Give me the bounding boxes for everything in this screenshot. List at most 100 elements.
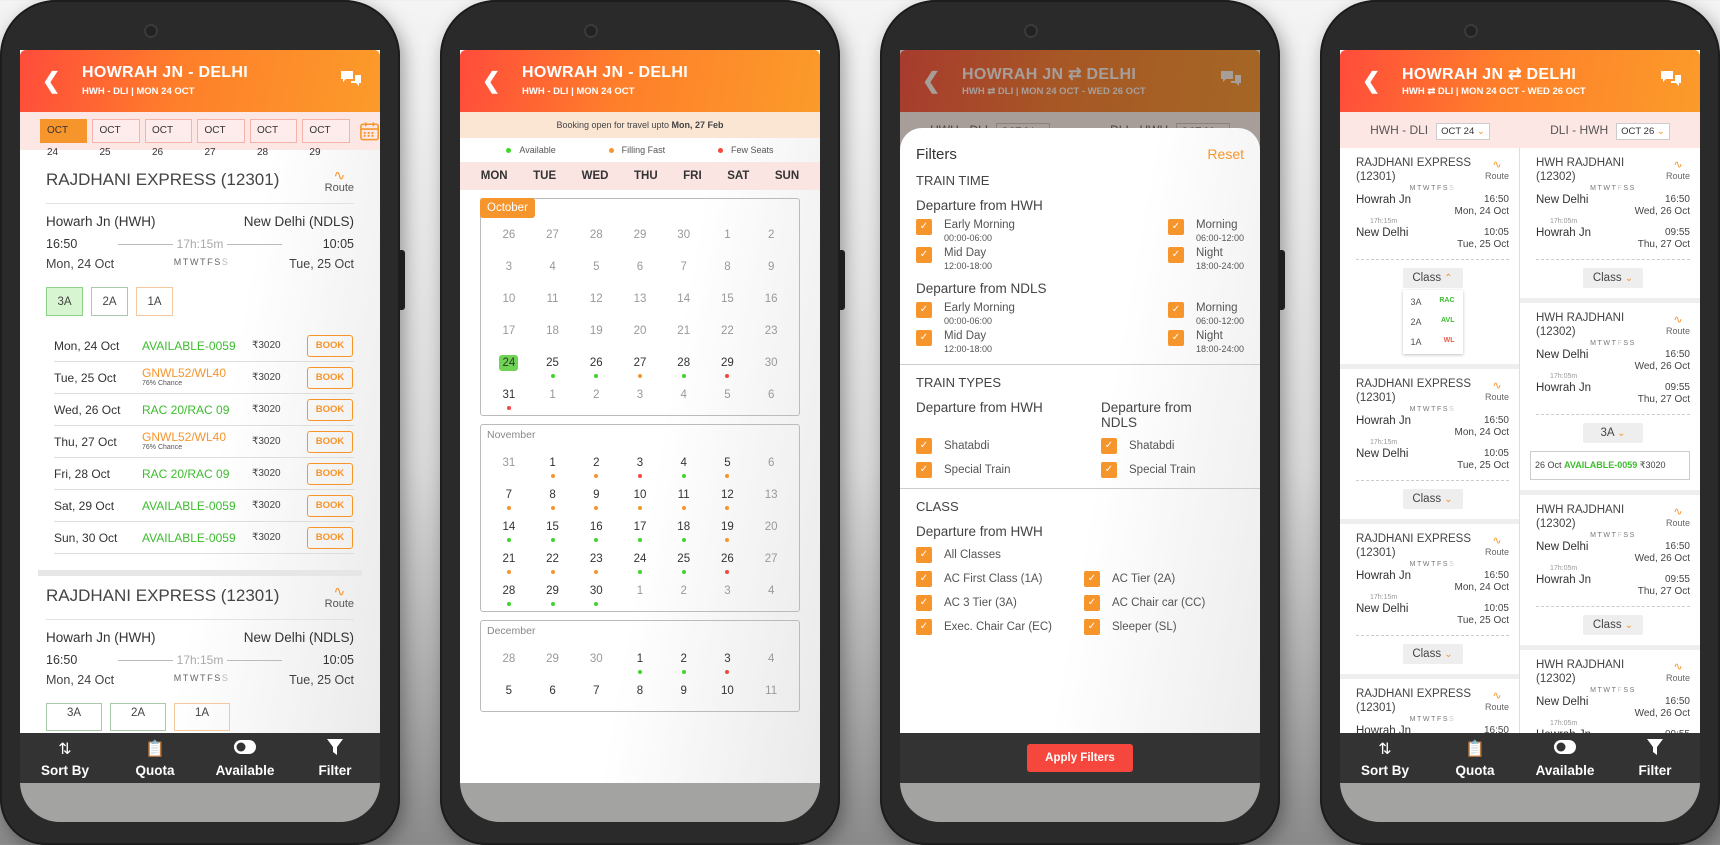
time-checkbox[interactable]: ✓ Early Morning 00:00-06:00: [916, 219, 1168, 243]
route-button[interactable]: ∿ Route: [1485, 158, 1509, 181]
calendar-day[interactable]: 30: [574, 579, 618, 611]
class-option[interactable]: 3A RAC: [1403, 292, 1463, 312]
calendar-day[interactable]: 31: [487, 383, 531, 415]
calendar-day[interactable]: 1: [618, 647, 662, 679]
time-checkbox[interactable]: ✓ Morning 06:00-12:00: [1167, 219, 1244, 243]
class-dropdown-button[interactable]: Class ⌄: [1583, 268, 1643, 288]
calendar-icon[interactable]: [359, 120, 380, 142]
calendar-day[interactable]: 7: [662, 255, 706, 287]
book-button[interactable]: BOOK: [307, 526, 353, 549]
calendar-day[interactable]: 22: [531, 547, 575, 579]
book-button[interactable]: BOOK: [307, 334, 353, 357]
calendar-day[interactable]: 15: [706, 287, 750, 319]
route-button[interactable]: ∿ Route: [1485, 689, 1509, 712]
calendar-day[interactable]: 29: [706, 351, 750, 383]
calendar-day[interactable]: 7: [487, 483, 531, 515]
calendar-day[interactable]: 1: [706, 223, 750, 255]
chat-icon[interactable]: [340, 70, 362, 88]
calendar-day[interactable]: 12: [574, 287, 618, 319]
sort-by-button[interactable]: ⇅ Sort By: [1345, 739, 1425, 778]
time-checkbox[interactable]: ✓ Mid Day 12:00-18:00: [916, 247, 1168, 271]
back-icon[interactable]: ❮: [482, 68, 500, 94]
calendar-day[interactable]: 31: [487, 451, 531, 483]
route-button[interactable]: ∿ Route: [325, 584, 354, 610]
book-button[interactable]: BOOK: [307, 494, 353, 517]
class-dropdown-button[interactable]: Class ⌄: [1402, 644, 1463, 664]
date-chip[interactable]: OCT 25: [92, 119, 140, 158]
class-dropdown-button[interactable]: Class ⌄: [1583, 615, 1643, 635]
calendar-day[interactable]: 11: [531, 287, 575, 319]
class-select-button[interactable]: 3A ⌄: [1583, 423, 1643, 443]
checkbox-class[interactable]: ✓ Exec. Chair Car (EC): [916, 619, 1084, 635]
class-option[interactable]: 1A WL: [1403, 332, 1463, 352]
availability-summary[interactable]: 26 Oct AVAILABLE-0059 ₹3020: [1530, 451, 1690, 480]
calendar-day[interactable]: 3: [487, 255, 531, 287]
checkbox-class[interactable]: ✓ AC Chair car (CC): [1084, 595, 1244, 611]
calendar-day[interactable]: 5: [487, 679, 531, 711]
route-button[interactable]: ∿ Route: [1485, 534, 1509, 557]
back-icon[interactable]: ❮: [42, 68, 60, 94]
calendar-day[interactable]: 20: [618, 319, 662, 351]
time-checkbox[interactable]: ✓ Night 18:00-24:00: [1167, 247, 1244, 271]
calendar-day[interactable]: 19: [706, 515, 750, 547]
calendar-day[interactable]: 17: [487, 319, 531, 351]
available-toggle[interactable]: Available: [205, 739, 285, 778]
calendar-day[interactable]: 30: [749, 351, 793, 383]
quota-button[interactable]: 📋 Quota: [115, 739, 195, 778]
calendar-day[interactable]: 23: [574, 547, 618, 579]
calendar-day[interactable]: 27: [618, 351, 662, 383]
calendar-day[interactable]: 11: [662, 483, 706, 515]
checkbox-shatabdi[interactable]: ✓ Shatabdi: [1101, 438, 1244, 454]
calendar-day[interactable]: 11: [749, 679, 793, 711]
checkbox-class[interactable]: ✓ AC Tier (2A): [1084, 571, 1244, 587]
calendar-day[interactable]: 18: [531, 319, 575, 351]
calendar-day[interactable]: 2: [749, 223, 793, 255]
checkbox-all-classes[interactable]: ✓ All Classes: [916, 547, 1244, 563]
checkbox-special-train[interactable]: ✓ Special Train: [916, 462, 1101, 478]
calendar-day[interactable]: 13: [618, 287, 662, 319]
route-button[interactable]: ∿ Route: [1666, 505, 1690, 528]
calendar-day[interactable]: 29: [531, 647, 575, 679]
book-button[interactable]: BOOK: [307, 398, 353, 421]
calendar-day[interactable]: 8: [618, 679, 662, 711]
reset-button[interactable]: Reset: [1207, 146, 1244, 163]
sort-by-button[interactable]: ⇅ Sort By: [25, 739, 105, 778]
calendar-day[interactable]: 5: [706, 383, 750, 415]
calendar-day[interactable]: 6: [749, 383, 793, 415]
route-button[interactable]: ∿ Route: [1666, 158, 1690, 181]
calendar-day[interactable]: 5: [706, 451, 750, 483]
calendar-day[interactable]: 7: [574, 679, 618, 711]
leg-date-dropdown[interactable]: OCT 24 ⌄: [1436, 123, 1490, 140]
route-button[interactable]: ∿ Route: [325, 168, 354, 194]
calendar-day[interactable]: 16: [749, 287, 793, 319]
class-dropdown-button[interactable]: Class ⌃: [1402, 268, 1463, 288]
calendar-day[interactable]: 10: [487, 287, 531, 319]
calendar-day[interactable]: 5: [574, 255, 618, 287]
calendar-day[interactable]: 9: [662, 679, 706, 711]
calendar-day[interactable]: 1: [531, 383, 575, 415]
calendar-day[interactable]: 27: [749, 547, 793, 579]
calendar-day[interactable]: 2: [662, 579, 706, 611]
calendar-day[interactable]: 1: [531, 451, 575, 483]
time-checkbox[interactable]: ✓ Early Morning 00:00-06:00: [916, 302, 1168, 326]
book-button[interactable]: BOOK: [307, 430, 353, 453]
calendar-day[interactable]: 8: [706, 255, 750, 287]
leg-date-dropdown[interactable]: OCT 26 ⌄: [1616, 123, 1670, 140]
checkbox-class[interactable]: ✓ Sleeper (SL): [1084, 619, 1244, 635]
checkbox-special-train[interactable]: ✓ Special Train: [1101, 462, 1244, 478]
route-button[interactable]: ∿ Route: [1485, 379, 1509, 402]
calendar-day[interactable]: 28: [487, 647, 531, 679]
calendar-day[interactable]: 2: [574, 383, 618, 415]
apply-filters-button[interactable]: Apply Filters: [1027, 744, 1133, 772]
calendar-day[interactable]: 29: [531, 579, 575, 611]
calendar-day[interactable]: 4: [531, 255, 575, 287]
book-button[interactable]: BOOK: [307, 462, 353, 485]
filter-button[interactable]: Filter: [295, 738, 375, 778]
checkbox-class[interactable]: ✓ AC 3 Tier (3A): [916, 595, 1084, 611]
calendar-day[interactable]: 8: [531, 483, 575, 515]
calendar-day[interactable]: 24: [618, 547, 662, 579]
calendar-day[interactable]: 4: [749, 647, 793, 679]
calendar-day[interactable]: 15: [531, 515, 575, 547]
filter-button[interactable]: Filter: [1615, 738, 1695, 778]
calendar-day[interactable]: 3: [706, 647, 750, 679]
